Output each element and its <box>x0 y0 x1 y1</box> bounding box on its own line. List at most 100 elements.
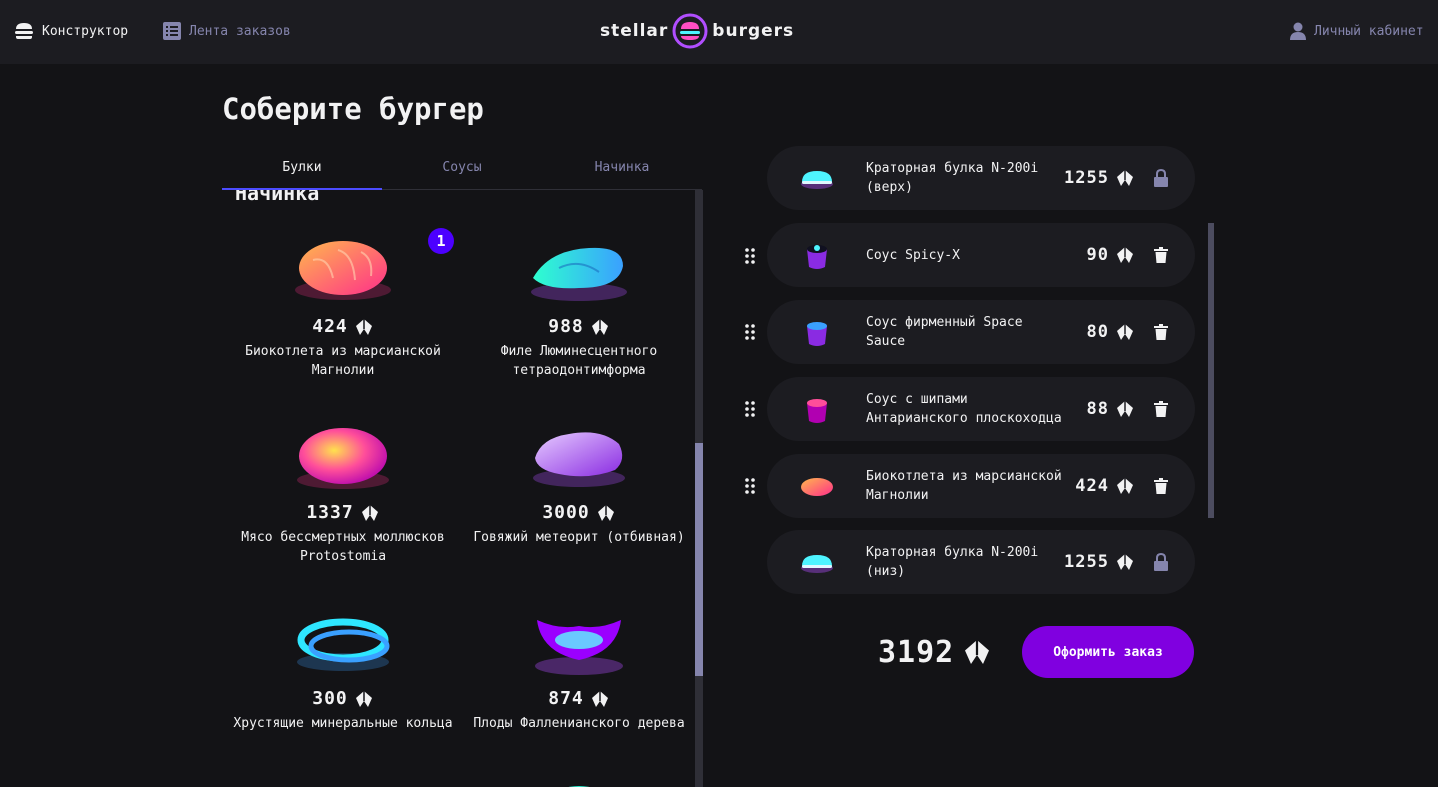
ingredient-name: Биокотлета из марсианской Магнолии <box>245 344 441 378</box>
constructor-item[interactable]: Биокотлета из марсианской Магнолии 424 <box>767 454 1195 518</box>
nav-account-label: Личный кабинет <box>1314 23 1424 39</box>
ingredient-image <box>533 432 625 487</box>
row-price: 90 <box>1087 223 1135 287</box>
currency-icon <box>965 640 990 664</box>
row-price: 1255 <box>1064 146 1135 210</box>
ingredient-card[interactable]: 874 Плоды Фалленианского дерева <box>459 600 695 770</box>
ingredient-image <box>531 247 627 301</box>
ingredient-price: 874 <box>459 688 695 709</box>
constructor-top-bun[interactable]: Краторная булка N-200i (верх) 1255 <box>767 146 1195 210</box>
row-name: Краторная булка N-200i (низ) <box>866 545 1039 579</box>
ingredient-price: 424 <box>223 316 463 337</box>
currency-icon <box>1117 247 1133 263</box>
tab-fillings[interactable]: Начинка <box>542 148 702 190</box>
sauce-image <box>807 399 827 423</box>
ingredient-price: 1337 <box>223 502 463 523</box>
constructor-bottom-bun[interactable]: Краторная булка N-200i (низ) 1255 <box>767 530 1195 594</box>
price-value: 90 <box>1086 245 1109 265</box>
count-badge: 1 <box>428 228 454 254</box>
delete-icon[interactable] <box>1151 476 1171 496</box>
constructor-scrollbar[interactable] <box>1208 223 1214 518</box>
total-value: 3192 <box>878 634 955 670</box>
currency-icon <box>1117 170 1133 186</box>
user-icon <box>1290 22 1306 40</box>
row-name: Соус с шипами Антарианского плоскоходца <box>866 392 1062 426</box>
price-value: 424 <box>312 316 348 337</box>
tab-buns[interactable]: Булки <box>222 148 382 190</box>
nav-constructor[interactable]: Конструктор <box>14 20 128 42</box>
price-value: 3000 <box>542 502 590 523</box>
price-value: 424 <box>1075 476 1109 496</box>
currency-icon <box>1117 401 1133 417</box>
currency-icon <box>1117 478 1133 494</box>
delete-icon[interactable] <box>1151 322 1171 342</box>
ingredient-card[interactable]: 1337 Мясо бессмертных моллюсков Protosto… <box>223 414 463 584</box>
ingredients-scrollbar-thumb[interactable] <box>695 443 703 676</box>
logo-burger-icon <box>672 13 708 49</box>
nav-feed[interactable]: Лента заказов <box>163 20 291 42</box>
currency-icon <box>1117 324 1133 340</box>
ingredient-image-partial <box>568 786 590 787</box>
ingredient-name: Плоды Фалленианского дерева <box>473 716 685 731</box>
lock-icon <box>1151 168 1171 188</box>
drag-handle-icon[interactable] <box>743 246 757 266</box>
row-price: 424 <box>1075 454 1135 518</box>
delete-icon[interactable] <box>1151 245 1171 265</box>
bun-image <box>801 171 833 189</box>
ingredient-name: Мясо бессмертных моллюсков Protostomia <box>241 530 445 564</box>
ingredient-image <box>295 241 391 300</box>
price-value: 88 <box>1086 399 1109 419</box>
price-value: 80 <box>1086 322 1109 342</box>
currency-icon <box>361 504 378 521</box>
ingredient-name: Филе Люминесцентного тетраодонтимформа <box>500 344 658 378</box>
ingredient-image <box>297 428 389 489</box>
price-value: 1255 <box>1064 552 1109 572</box>
ingredient-card[interactable]: 1 424 Биокотлета из марсианской Магнолии <box>223 228 463 398</box>
ingredients-scroll-area[interactable]: Начинка 1 424 Биокотлета из марсианской … <box>222 190 695 787</box>
constructor-item[interactable]: Соус с шипами Антарианского плоскоходца … <box>767 377 1195 441</box>
row-name: Соус Spicy-X <box>866 247 960 263</box>
sauce-image <box>807 322 827 346</box>
ingredient-name: Говяжий метеорит (отбивная) <box>473 530 685 545</box>
lock-icon <box>1151 552 1171 572</box>
delete-icon[interactable] <box>1151 399 1171 419</box>
burger-icon <box>15 23 33 39</box>
tab-sauces[interactable]: Соусы <box>382 148 542 190</box>
logo-text-left: stellar <box>600 21 669 41</box>
nav-constructor-label: Конструктор <box>42 23 129 39</box>
ingredient-price: 3000 <box>459 502 695 523</box>
price-value: 300 <box>312 688 348 709</box>
nav-account[interactable]: Личный кабинет <box>1290 20 1424 42</box>
currency-icon <box>591 318 608 335</box>
price-value: 988 <box>548 316 584 337</box>
constructor-item[interactable]: Соус фирменный Space Sauce 80 <box>767 300 1195 364</box>
drag-handle-icon[interactable] <box>743 322 757 342</box>
ingredient-card[interactable]: 988 Филе Люминесцентного тетраодонтимфор… <box>459 228 695 398</box>
ingredients-scrollbar[interactable] <box>695 190 703 787</box>
drag-handle-icon[interactable] <box>743 399 757 419</box>
logo-text-right: burgers <box>712 21 795 41</box>
row-price: 1255 <box>1064 530 1135 594</box>
ingredient-price: 988 <box>459 316 695 337</box>
constructor-scrollbar-thumb[interactable] <box>1208 223 1214 518</box>
row-name: Краторная булка N-200i (верх) <box>866 161 1039 195</box>
place-order-button[interactable]: Оформить заказ <box>1022 626 1194 678</box>
drag-handle-icon[interactable] <box>743 476 757 496</box>
order-total: 3192 <box>878 632 992 672</box>
price-value: 874 <box>548 688 584 709</box>
row-name: Биокотлета из марсианской Магнолии <box>866 469 1062 503</box>
price-value: 1337 <box>306 502 354 523</box>
sauce-image <box>807 245 827 269</box>
row-name: Соус фирменный Space Sauce <box>866 315 1023 349</box>
constructor-item[interactable]: Соус Spicy-X 90 <box>767 223 1195 287</box>
section-title: Начинка <box>235 190 320 205</box>
ingredient-card[interactable]: 300 Хрустящие минеральные кольца <box>223 600 463 770</box>
currency-icon <box>1117 554 1133 570</box>
ingredient-card[interactable]: 3000 Говяжий метеорит (отбивная) <box>459 414 695 584</box>
bun-image <box>801 555 833 573</box>
logo[interactable]: stellar burgers <box>600 12 794 50</box>
currency-icon <box>597 504 614 521</box>
list-icon <box>163 22 181 40</box>
row-price: 88 <box>1087 377 1135 441</box>
app-header: Конструктор Лента заказов stellar burger… <box>0 0 1438 64</box>
